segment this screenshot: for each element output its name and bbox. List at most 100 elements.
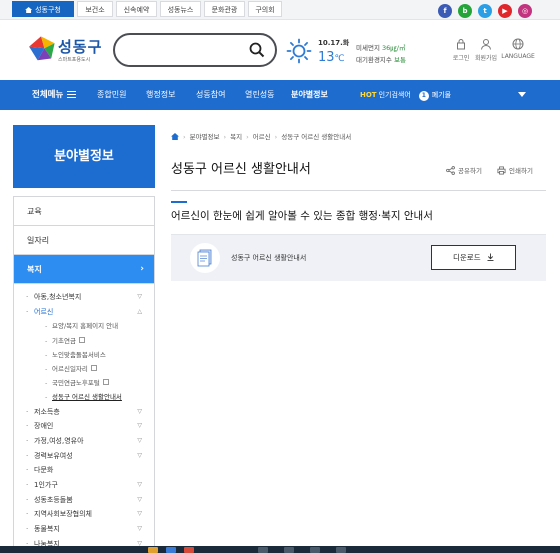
submenu-item[interactable]: 다문화 (14, 463, 154, 478)
print-icon (497, 166, 506, 175)
chevron-right-icon: › (140, 264, 144, 274)
user-icon (481, 39, 491, 50)
submenu-item[interactable]: 장애인▽ (14, 419, 154, 434)
chevron-down-icon: ▽ (137, 293, 142, 300)
weather-date: 10.17.화 (318, 39, 350, 47)
chevron-down-icon: ▽ (137, 525, 142, 532)
welfare-submenu: 아동,청소년복지▽ 어르신△ 요양/복지 홈페이지 안내 기초연금 노인맞춤돌봄… (14, 284, 154, 551)
sidebar-item-jobs[interactable]: 일자리 (14, 226, 154, 255)
weather-temperature: 13℃ (318, 50, 345, 65)
home-icon (25, 7, 33, 13)
sun-icon (286, 38, 312, 64)
sidebar-item-welfare[interactable]: 복지 › (14, 255, 154, 284)
share-icon (446, 166, 455, 175)
breadcrumb-item[interactable]: 복지 (230, 133, 242, 141)
nav-item-participate[interactable]: 성동참여 (196, 80, 225, 110)
logo-name: 성동구 (58, 38, 103, 56)
print-button[interactable]: 인쇄하기 (497, 165, 533, 175)
logo-mark-icon (29, 36, 55, 61)
os-taskbar (0, 546, 560, 553)
top-tab-seongdong[interactable]: 성동구청 (12, 1, 74, 17)
page: 성동구청 보건소 신속예약 성동뉴스 문화관광 구의회 f b t ▶ ◎ 성동… (0, 0, 560, 553)
top-tab-culture[interactable]: 문화관광 (204, 1, 245, 17)
submenu-item[interactable]: 동물복지▽ (14, 522, 154, 537)
globe-icon (512, 38, 524, 50)
submenu-leaf[interactable]: 노인맞춤돌봄서비스 (14, 348, 154, 362)
submenu-item-seniors[interactable]: 어르신△ (14, 305, 154, 320)
submenu-item[interactable]: 저소득층▽ (14, 405, 154, 420)
submenu-item[interactable]: 성동초등돌봄▽ (14, 493, 154, 508)
sidebar-title: 분야별정보 (13, 125, 155, 188)
hot-keyword-ticker[interactable]: HOT 인기검색어 1 폐기물 (360, 80, 451, 110)
share-button[interactable]: 공유하기 (446, 165, 482, 175)
chevron-down-icon: ▽ (137, 407, 142, 415)
logo-slogan: 스마트포용도시 (58, 57, 91, 63)
taskbar-app-icon[interactable] (310, 547, 320, 553)
chevron-down-icon: ▽ (137, 436, 142, 444)
chevron-up-icon: △ (137, 307, 142, 315)
attachment-box: 성동구 어르신 생활안내서 디운로드 (171, 234, 546, 281)
air-quality-status: 대기환경지수 보통 (356, 56, 406, 64)
youtube-icon[interactable]: ▶ (498, 4, 512, 18)
chevron-down-icon: ▽ (137, 510, 142, 518)
nav-item-open[interactable]: 열린성동 (245, 80, 274, 110)
nav-item-admin[interactable]: 행정정보 (146, 80, 175, 110)
download-button[interactable]: 디운로드 (431, 245, 516, 270)
blog-icon[interactable]: b (458, 4, 472, 18)
instagram-icon[interactable]: ◎ (518, 4, 532, 18)
main-nav: 전체메뉴 종합민원 행정정보 성동참여 열린성동 분야별정보 HOT 인기검색어 1… (0, 80, 560, 110)
twitter-icon[interactable]: t (478, 4, 492, 18)
file-icon-wrapper (190, 243, 220, 273)
top-tab-reservation[interactable]: 신속예약 (116, 1, 157, 17)
nav-item-field-info[interactable]: 분야별정보 (291, 80, 328, 110)
top-tab-health[interactable]: 보건소 (77, 1, 113, 17)
submenu-item[interactable]: 지역사회보장협의체▽ (14, 507, 154, 522)
chevron-down-icon: ▽ (137, 451, 142, 459)
chevron-down-icon: ▽ (137, 480, 142, 488)
taskbar-app-icon[interactable] (148, 547, 158, 553)
all-menu-button[interactable]: 전체메뉴 (32, 80, 77, 110)
breadcrumb-current: 성동구 어르신 생활안내서 (281, 133, 352, 141)
section-accent-bar (171, 201, 187, 203)
sidebar-item-education[interactable]: 교육 (14, 197, 154, 226)
taskbar-app-icon[interactable] (166, 547, 176, 553)
fine-dust-status: 미세먼지 36㎍/㎥ (356, 44, 406, 52)
top-tab-council[interactable]: 구의회 (248, 1, 282, 17)
nav-item-civil[interactable]: 종합민원 (97, 80, 126, 110)
title-divider (171, 190, 546, 191)
taskbar-app-icon[interactable] (258, 547, 268, 553)
submenu-leaf[interactable]: 어르신일자리 (14, 362, 154, 376)
breadcrumb-item[interactable]: 분야별정보 (190, 133, 220, 141)
search-icon[interactable] (249, 42, 265, 58)
top-tab-news[interactable]: 성동뉴스 (160, 1, 201, 17)
submenu-item[interactable]: 가정,여성,영유아▽ (14, 434, 154, 449)
external-link-icon (102, 379, 109, 386)
section-subtitle: 어르신이 한눈에 쉽게 알아볼 수 있는 종합 행정·복지 안내서 (171, 210, 433, 222)
hamburger-icon (67, 91, 77, 98)
page-title: 성동구 어르신 생활안내서 (171, 162, 311, 177)
chevron-down-icon: ▽ (137, 422, 142, 430)
search-input[interactable] (127, 41, 247, 59)
submenu-item[interactable]: 경력보유여성▽ (14, 449, 154, 464)
submenu-item[interactable]: 아동,청소년복지▽ (14, 290, 154, 305)
caret-down-icon[interactable] (518, 92, 526, 97)
breadcrumb-item[interactable]: 어르신 (253, 133, 271, 141)
chevron-down-icon: ▽ (137, 495, 142, 503)
facebook-icon[interactable]: f (438, 4, 452, 18)
top-utility-bar: 성동구청 보건소 신속예약 성동뉴스 문화관광 구의회 f b t ▶ ◎ (0, 0, 560, 20)
taskbar-app-icon[interactable] (184, 547, 194, 553)
language-link[interactable]: LANGUAGE (498, 38, 538, 60)
breadcrumb: › 분야별정보 › 복지 › 어르신 › 성동구 어르신 생활안내서 (171, 131, 351, 141)
taskbar-app-icon[interactable] (336, 547, 346, 553)
search-box (113, 33, 277, 67)
submenu-leaf-current[interactable]: 성동구 어르신 생활안내서 (14, 390, 154, 404)
submenu-item[interactable]: 1인가구▽ (14, 478, 154, 493)
submenu-leaf[interactable]: 기초연금 (14, 334, 154, 348)
home-icon[interactable] (171, 133, 179, 140)
download-icon (487, 253, 494, 261)
submenu-leaf[interactable]: 요양/복지 홈페이지 안내 (14, 319, 154, 333)
external-link-icon (90, 364, 97, 371)
external-link-icon (78, 336, 85, 343)
taskbar-app-icon[interactable] (284, 547, 294, 553)
submenu-leaf[interactable]: 국민연금노후포털 (14, 376, 154, 391)
